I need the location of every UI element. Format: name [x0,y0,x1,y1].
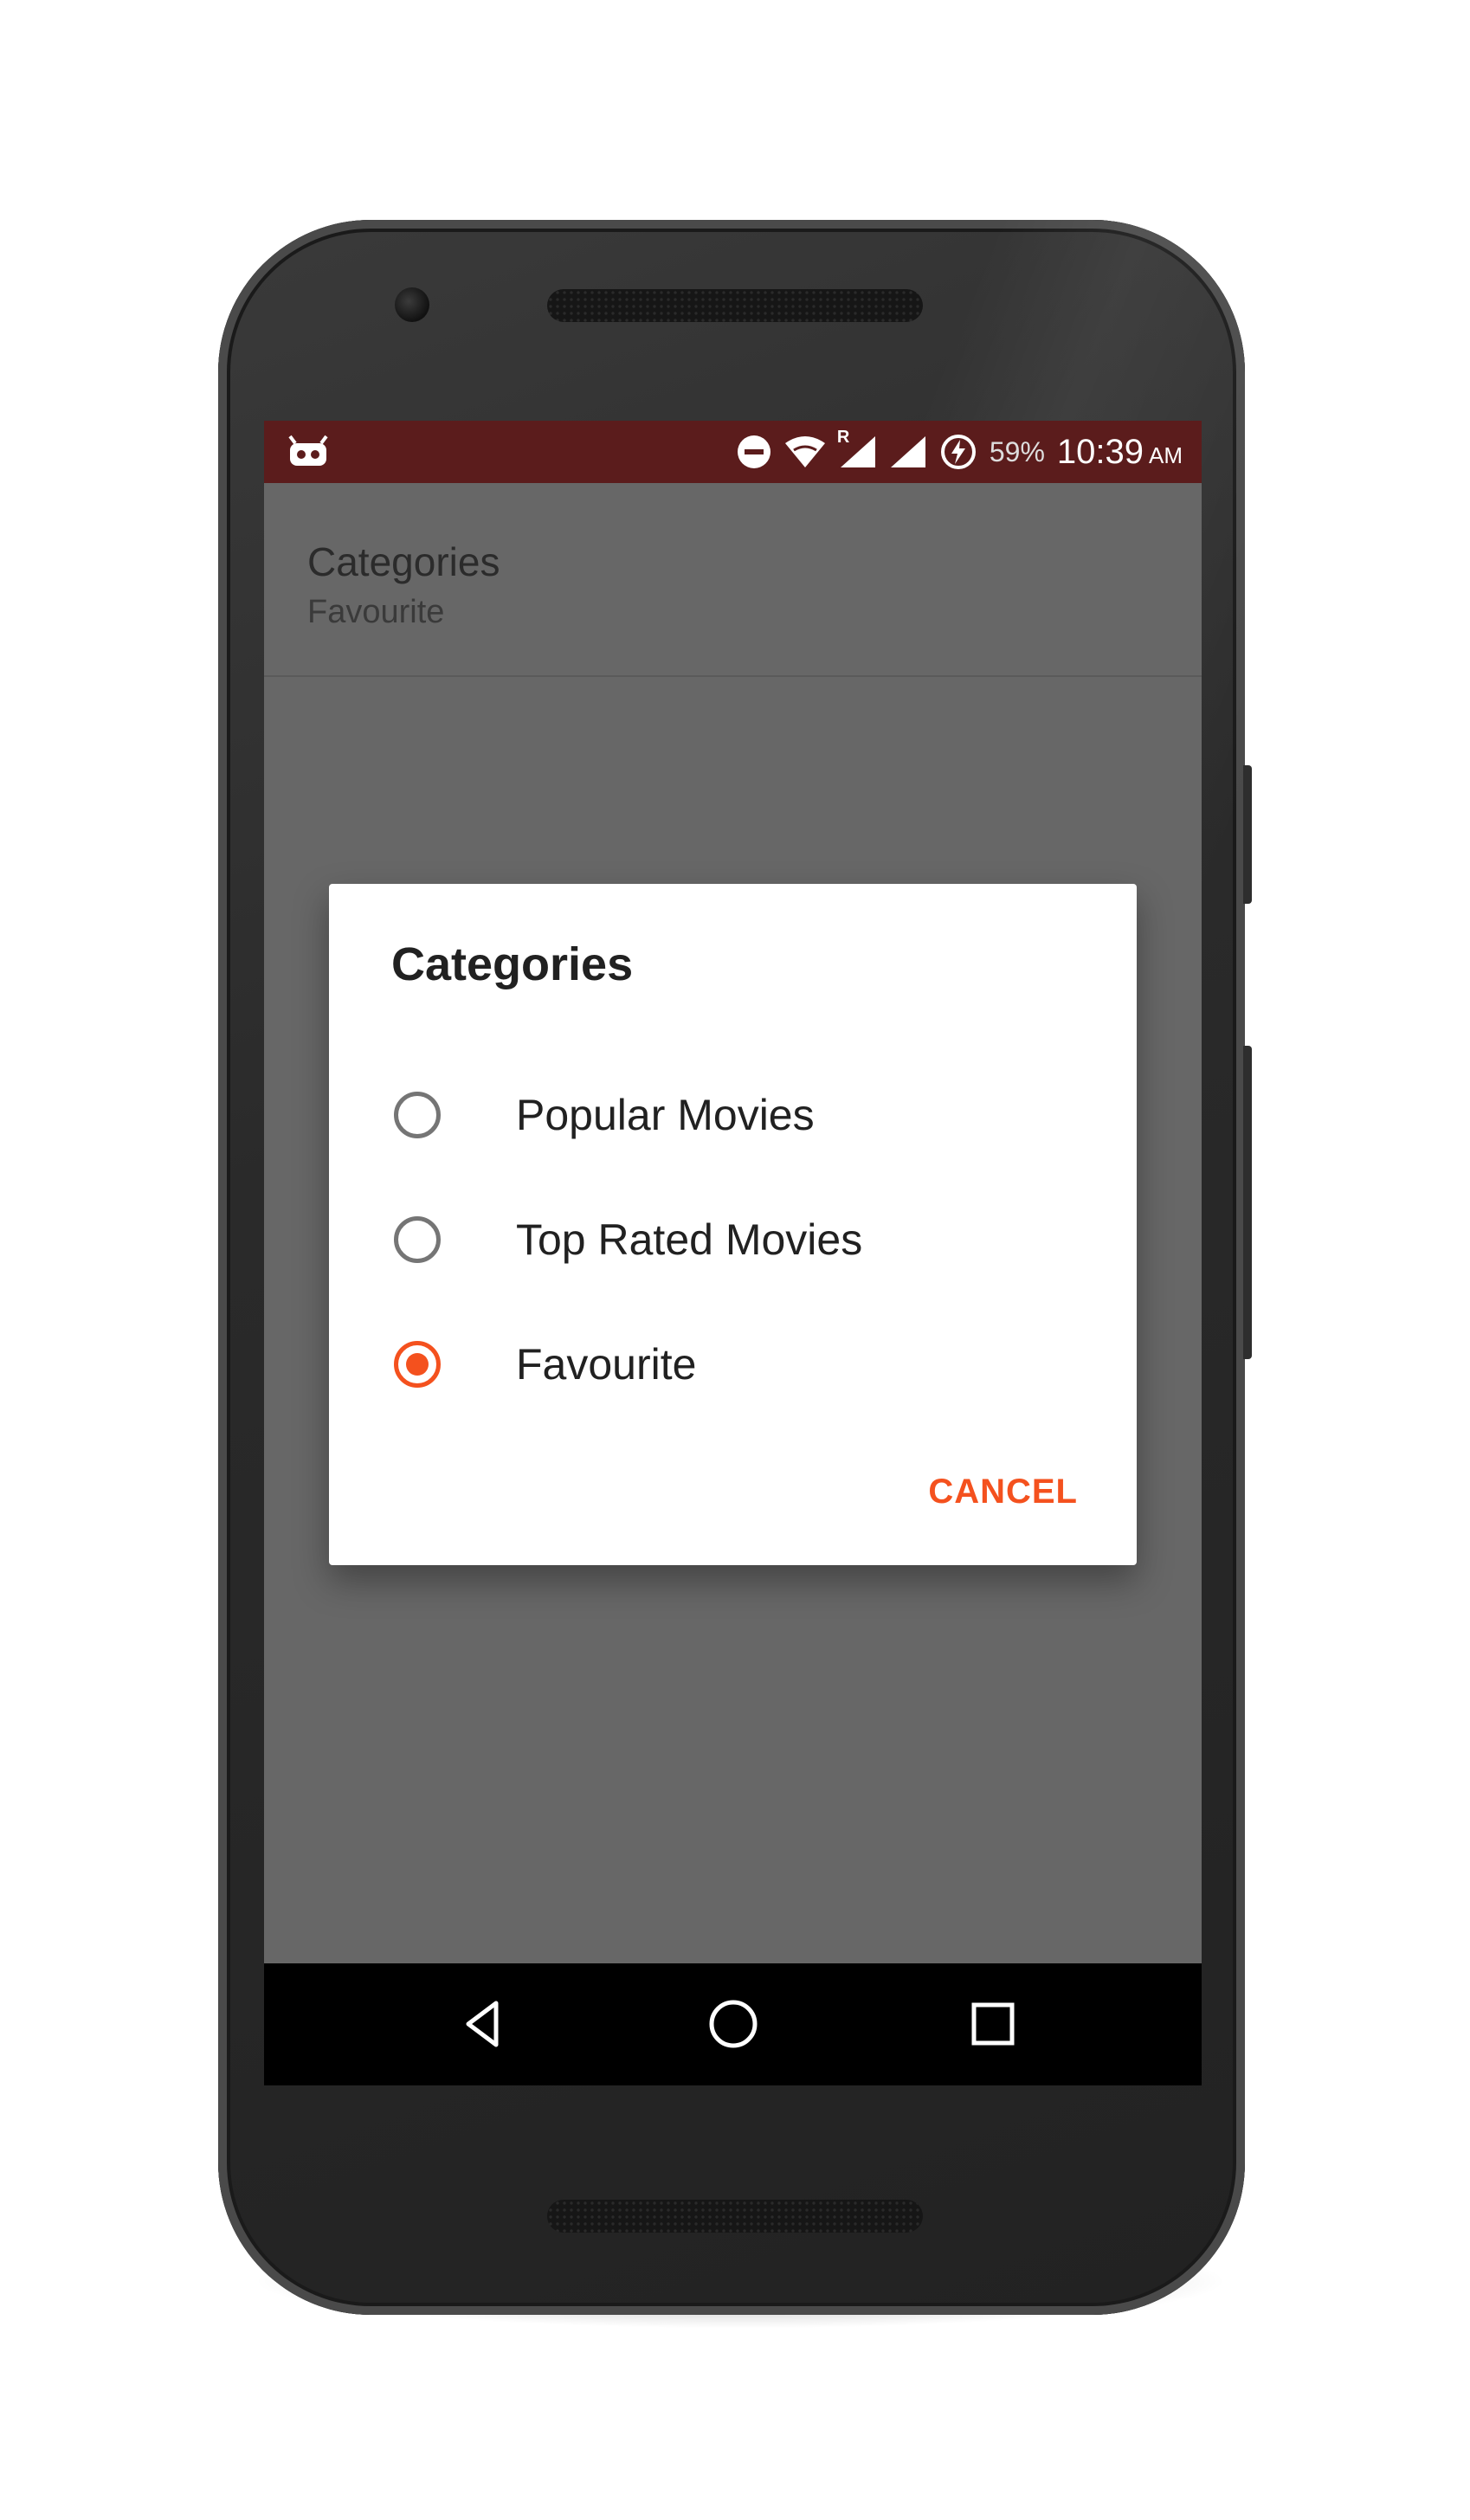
do-not-disturb-icon [737,435,771,469]
signal-icon [889,435,927,469]
radio-button[interactable] [394,1216,441,1263]
front-camera [395,287,429,322]
preference-categories[interactable]: Categories Favourite [264,483,1202,677]
back-icon[interactable] [455,1996,510,2052]
clock-am-pm: AM [1149,441,1183,468]
roaming-indicator: R [836,428,850,447]
option-popular-movies[interactable]: Popular Movies [329,1059,1137,1171]
categories-dialog: Categories Popular Movies Top Rated Movi… [329,884,1137,1565]
navigation-bar [264,1963,1202,2085]
option-label: Favourite [516,1340,697,1389]
battery-percent: 59% [989,435,1045,467]
android-debug-icon [288,435,328,469]
status-bar: R 59% 10:39 AM [264,421,1202,483]
recents-icon[interactable] [965,1996,1021,2052]
home-icon[interactable] [706,1996,761,2052]
radio-button[interactable] [394,1092,441,1138]
option-label: Popular Movies [516,1091,815,1139]
screen: R 59% 10:39 AM Categories Favourite Categ… [264,421,1202,2085]
top-speaker [547,289,923,322]
option-favourite[interactable]: Favourite [329,1308,1137,1421]
cancel-button[interactable]: CANCEL [928,1473,1078,1511]
clock: 10:39 AM [1057,433,1183,472]
volume-button [1243,1046,1252,1359]
option-label: Top Rated Movies [516,1215,863,1264]
battery-charging-icon [939,433,977,471]
power-button [1243,765,1252,904]
wifi-icon [783,435,827,469]
dialog-title: Categories [391,938,634,990]
preference-title: Categories [307,539,500,584]
bottom-speaker [547,2200,923,2233]
preference-summary: Favourite [307,594,445,630]
option-top-rated-movies[interactable]: Top Rated Movies [329,1183,1137,1296]
signal-icon: R [837,428,877,469]
clock-time: 10:39 [1056,432,1144,471]
radio-button-selected[interactable] [394,1341,441,1388]
